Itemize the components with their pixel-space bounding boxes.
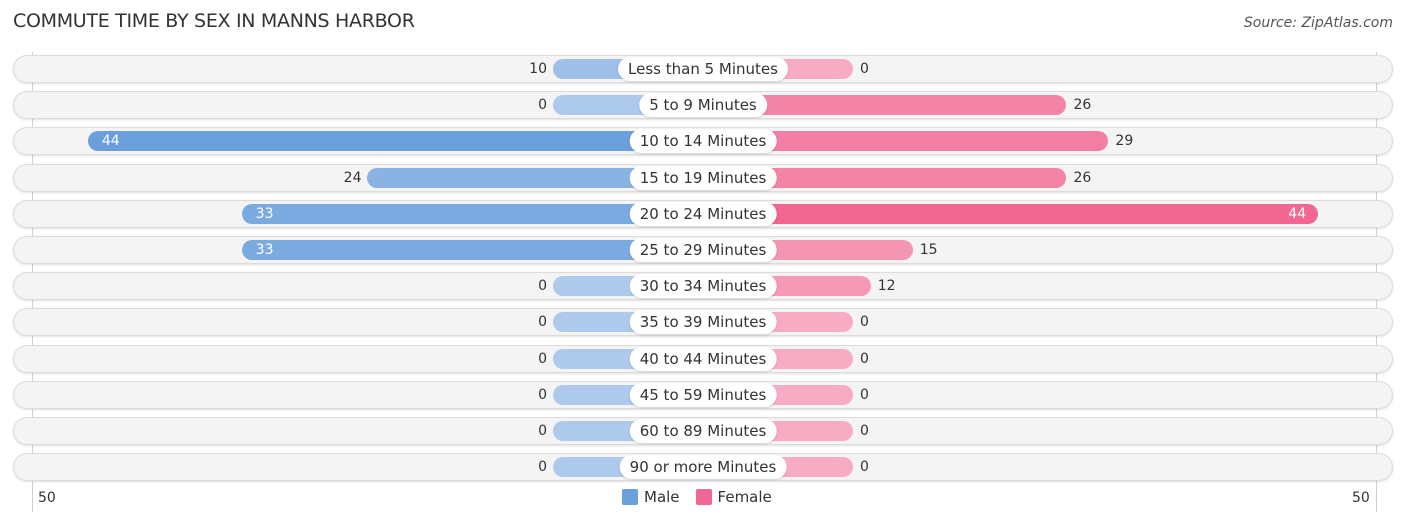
chart-title: COMMUTE TIME BY SEX IN MANNS HARBOR [13,10,415,32]
value-label-male: 10 [529,61,547,77]
value-label-male: 0 [538,314,547,331]
category-label: 5 to 9 Minutes [639,93,767,118]
value-label-male: 0 [538,423,547,439]
category-label: Less than 5 Minutes [618,57,788,81]
value-label-male: 44 [101,133,120,150]
value-label-male: 0 [538,350,547,367]
chart: COMMUTE TIME BY SEX IN MANNS HARBOR Sour… [0,0,1406,523]
value-label-male: 0 [538,278,547,295]
category-label: 60 to 89 Minutes [629,419,777,443]
category-label: 20 to 24 Minutes [629,201,777,226]
value-label-female: 26 [1073,97,1092,114]
category-label: 15 to 19 Minutes [629,165,777,190]
category-label: 25 to 29 Minutes [629,238,777,262]
tick-label-left: 50 [38,490,56,506]
value-label-female: 0 [860,314,869,331]
legend-item-female[interactable]: Female [695,488,772,506]
value-label-male: 24 [343,169,362,186]
value-label-male: 33 [255,242,274,258]
tick-label-right: 50 [1352,490,1370,506]
value-label-male: 0 [538,386,547,403]
bar-male[interactable] [87,131,703,152]
category-label: 35 to 39 Minutes [629,310,777,335]
value-label-male: 33 [255,205,274,222]
legend-swatch-female [695,489,712,505]
category-label: 10 to 14 Minutes [629,129,777,154]
value-label-female: 26 [1073,169,1092,186]
category-label: 30 to 34 Minutes [629,274,777,299]
value-label-female: 15 [919,242,938,258]
source-label: Source: ZipAtlas.com [1243,15,1393,31]
value-label-male: 0 [538,97,547,114]
value-label-male: 0 [538,459,547,476]
legend-label-male: Male [644,488,680,506]
value-label-female: 29 [1115,133,1134,150]
value-label-female: 0 [860,350,869,367]
value-label-female: 0 [860,61,869,77]
category-label: 40 to 44 Minutes [629,346,777,371]
value-label-female: 44 [1288,205,1307,222]
category-label: 45 to 59 Minutes [629,382,777,407]
value-label-female: 0 [860,459,869,476]
legend: Male Female [622,488,780,506]
category-label: 90 or more Minutes [619,455,787,480]
bar-female[interactable] [703,203,1319,224]
value-label-female: 0 [860,423,869,439]
value-label-female: 0 [860,386,869,403]
legend-swatch-male [622,489,638,505]
legend-label-female: Female [717,488,772,506]
value-label-female: 12 [877,278,896,295]
legend-item-male[interactable]: Male [622,488,680,506]
